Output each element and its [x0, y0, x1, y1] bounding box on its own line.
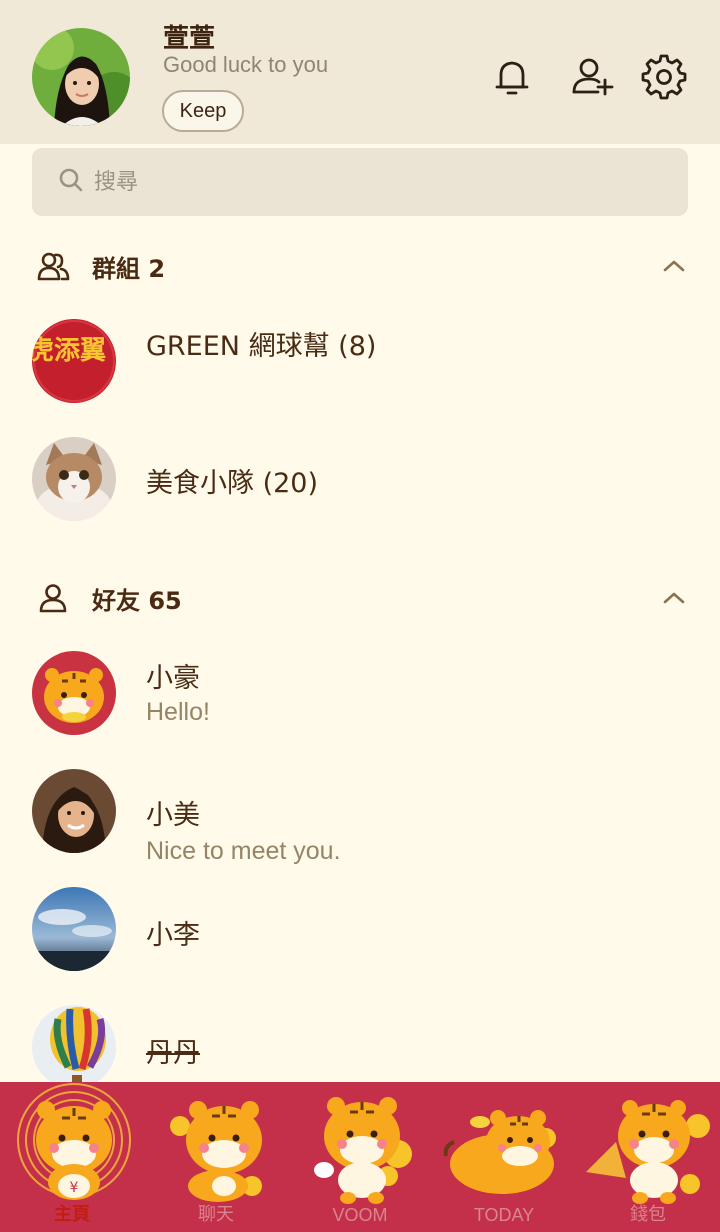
group-avatar: 如虎添翼 [32, 319, 116, 403]
tab-wallet-label: 錢包 [630, 1204, 666, 1224]
tab-voom-label: VOOM [332, 1205, 388, 1225]
friends-section-header[interactable]: 好友 65 [36, 578, 696, 618]
profile-header: 萱萱 Good luck to you Keep [0, 0, 720, 144]
friends-section-title: 好友 65 [92, 586, 182, 615]
friend-avatar [32, 1005, 116, 1089]
search-icon [58, 167, 84, 197]
list-item[interactable]: 小美 Nice to meet you. [0, 769, 720, 887]
groups-section-title: 群組 2 [92, 254, 166, 283]
tab-today[interactable]: TODAY [432, 1082, 576, 1232]
friend-avatar [32, 769, 116, 853]
chevron-up-icon[interactable] [660, 584, 688, 612]
tab-home[interactable]: ¥ 主頁 [0, 1082, 144, 1232]
friend-avatar [32, 887, 116, 971]
tab-wallet[interactable]: 錢包 [576, 1082, 720, 1232]
profile-avatar[interactable] [32, 28, 130, 126]
bell-icon[interactable] [489, 54, 535, 100]
friend-status-message: Nice to meet you. [146, 837, 341, 865]
friend-name: 丹丹 [146, 1038, 200, 1069]
list-item[interactable]: 小李 [0, 887, 720, 1005]
avatar-char: 如虎添翼 [32, 336, 106, 366]
friend-name: 小李 [146, 920, 200, 951]
svg-text:¥: ¥ [70, 1180, 79, 1196]
list-item[interactable]: 如虎添翼 GREEN 網球幫 (8) [0, 300, 720, 418]
search-bar[interactable] [32, 148, 688, 216]
bottom-tab-bar: ¥ 主頁 聊天 VOOM TODAY 錢包 [0, 1082, 720, 1232]
tab-chats-label: 聊天 [198, 1204, 234, 1224]
profile-status-message[interactable]: Good luck to you [163, 52, 328, 78]
tab-chats[interactable]: 聊天 [144, 1082, 288, 1232]
profile-name: 萱萱 [163, 24, 216, 54]
friend-name: 小豪 [146, 663, 200, 694]
group-name: GREEN 網球幫 (8) [146, 331, 377, 362]
groups-section-header[interactable]: 群組 2 [36, 246, 696, 286]
search-input[interactable] [94, 169, 654, 195]
list-item[interactable]: 小豪 Hello! [0, 640, 720, 758]
friend-icon [36, 581, 70, 615]
settings-gear-icon[interactable] [641, 54, 687, 100]
tab-voom[interactable]: VOOM [288, 1082, 432, 1232]
tab-today-label: TODAY [473, 1205, 535, 1225]
add-friend-icon[interactable] [568, 54, 614, 100]
group-icon [36, 249, 70, 283]
group-name: 美食小隊 (20) [146, 468, 319, 499]
friend-status-message: Hello! [146, 698, 210, 726]
group-avatar [32, 437, 116, 521]
friend-avatar [32, 651, 116, 735]
chevron-up-icon[interactable] [660, 252, 688, 280]
tab-home-label: 主頁 [54, 1204, 90, 1224]
list-item[interactable]: 美食小隊 (20) [0, 437, 720, 555]
friend-name: 小美 [146, 800, 200, 831]
keep-button[interactable]: Keep [162, 90, 244, 132]
